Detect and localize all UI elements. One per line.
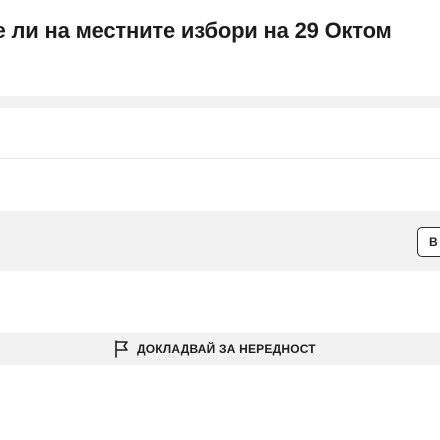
poll-answer-option[interactable] [0,108,440,159]
report-irregularity-link[interactable]: ДОКЛАДВАЙ ЗА НЕРЕДНОСТ [114,339,316,359]
vote-button[interactable]: В [417,227,440,257]
poll-actions-bar [0,211,440,271]
flag-icon [115,340,128,358]
report-irregularity-label: ДОКЛАДВАЙ ЗА НЕРЕДНОСТ [137,342,316,356]
poll-question: те ли на местните избори на 29 Октом [0,10,440,52]
poll-widget: те ли на местните избори на 29 Октом В Д… [0,0,440,440]
poll-answer-option[interactable] [0,159,440,211]
poll-question-text: те ли на местните избори на 29 Октом [0,18,392,43]
poll-options-top-divider [0,96,440,108]
